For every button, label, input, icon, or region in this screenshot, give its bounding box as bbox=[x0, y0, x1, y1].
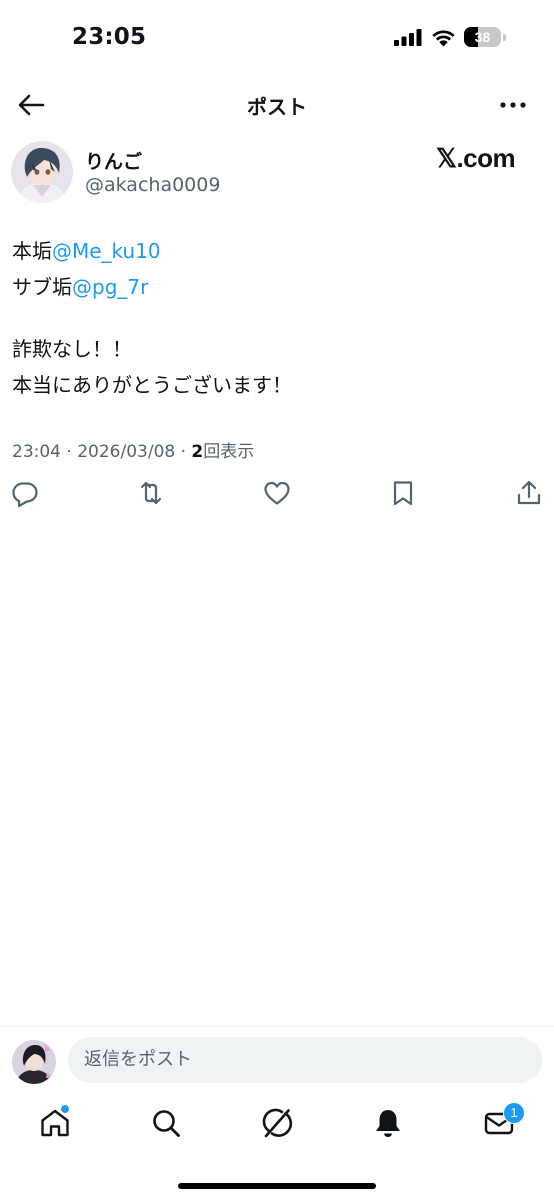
views-count: 2 bbox=[191, 442, 204, 462]
reply-avatar-image bbox=[12, 1040, 56, 1084]
meta-separator: · bbox=[61, 442, 78, 462]
author-handle[interactable]: @akacha0009 bbox=[85, 174, 220, 196]
post-actions bbox=[0, 478, 554, 512]
more-icon[interactable] bbox=[496, 88, 530, 122]
messages-badge: 1 bbox=[503, 1102, 525, 1124]
post-text: 本垢 bbox=[12, 239, 52, 263]
header: ポスト bbox=[0, 78, 554, 132]
reply-input[interactable]: 返信をポスト bbox=[68, 1037, 542, 1083]
share-icon[interactable] bbox=[514, 478, 544, 508]
tab-bar: 1 bbox=[0, 1100, 554, 1152]
mention-link[interactable]: @Me_ku10 bbox=[52, 239, 161, 263]
author-avatar[interactable] bbox=[11, 141, 73, 203]
views-label: 回表示 bbox=[203, 442, 255, 462]
post-line-1: 本垢@Me_ku10 bbox=[12, 233, 532, 269]
post-line-3: 詐欺なし！！ bbox=[12, 337, 132, 361]
mention-link[interactable]: @pg_7r bbox=[72, 275, 148, 299]
avatar-image bbox=[11, 141, 73, 203]
home-notification-dot bbox=[60, 1104, 70, 1114]
repost-icon[interactable] bbox=[136, 478, 166, 508]
reply-divider bbox=[0, 1026, 554, 1027]
wifi-icon bbox=[432, 30, 455, 47]
post-text: サブ垢 bbox=[12, 275, 72, 299]
post-date[interactable]: 2026/03/08 bbox=[77, 442, 175, 462]
reply-avatar[interactable] bbox=[12, 1040, 56, 1084]
signal-icon bbox=[394, 29, 422, 46]
post-time[interactable]: 23:04 bbox=[12, 442, 61, 462]
post-line-2: サブ垢@pg_7r bbox=[12, 269, 532, 305]
post-body: 本垢@Me_ku10 サブ垢@pg_7r 詐欺なし！！ 本当にありがとうございま… bbox=[12, 233, 532, 403]
grok-icon[interactable] bbox=[260, 1106, 294, 1140]
x-logo-watermark: 𝕏.com bbox=[436, 143, 516, 173]
like-icon[interactable] bbox=[262, 478, 292, 508]
status-bar: 23:05 38 bbox=[0, 0, 554, 78]
notifications-icon[interactable] bbox=[371, 1106, 405, 1140]
home-indicator[interactable] bbox=[178, 1183, 376, 1189]
author-display-name[interactable]: りんご bbox=[85, 147, 142, 174]
reply-icon[interactable] bbox=[10, 478, 40, 508]
search-icon[interactable] bbox=[149, 1106, 183, 1140]
post-meta: 23:04 · 2026/03/08 · 2回表示 bbox=[12, 437, 254, 462]
status-time: 23:05 bbox=[72, 24, 147, 50]
post-line-4: 本当にありがとうございます！ bbox=[12, 373, 292, 397]
battery-indicator: 38 bbox=[464, 27, 501, 47]
battery-tip bbox=[503, 34, 506, 41]
battery-level: 38 bbox=[474, 29, 491, 45]
bookmark-icon[interactable] bbox=[388, 478, 418, 508]
meta-separator: · bbox=[175, 442, 192, 462]
page-title: ポスト bbox=[247, 95, 307, 119]
